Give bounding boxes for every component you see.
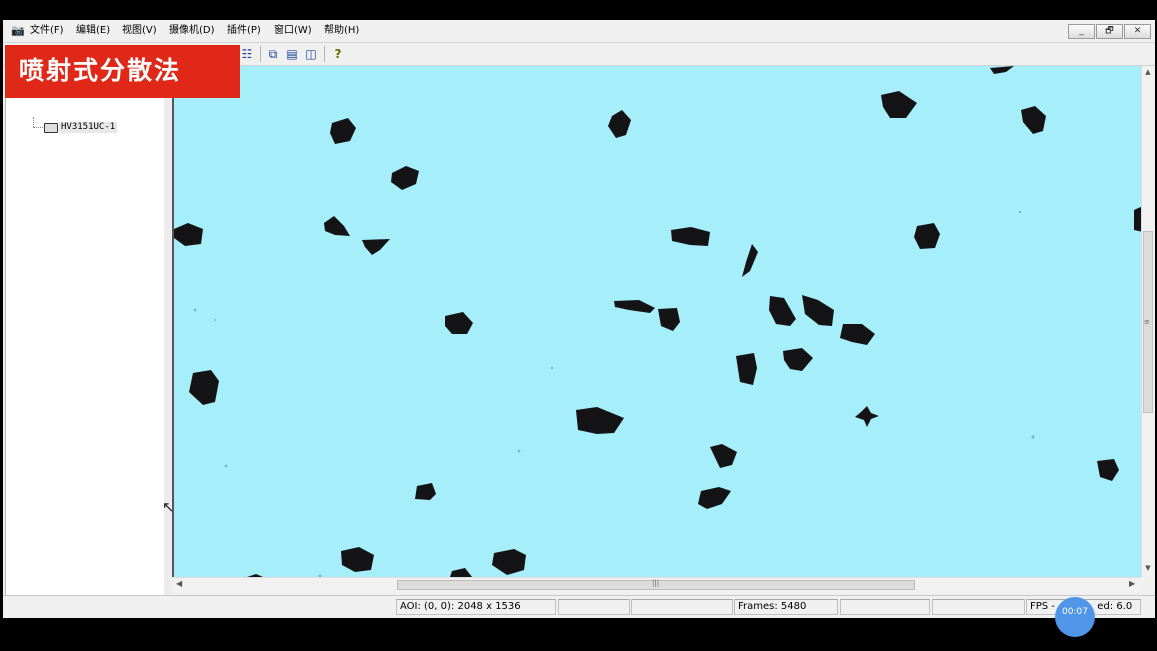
status-frames: Frames: 5480 xyxy=(734,599,838,615)
menu-plugins[interactable]: 插件(P) xyxy=(227,24,261,38)
particle xyxy=(769,296,796,326)
status-fps-suffix: ed: 6.0 xyxy=(1097,601,1133,612)
dust-speck xyxy=(1018,210,1022,214)
menu-view[interactable]: 视图(V) xyxy=(122,24,157,38)
tile-horizontal-icon[interactable]: ▤ xyxy=(284,46,300,62)
particle xyxy=(783,348,813,371)
particle xyxy=(391,166,419,190)
dust-speck xyxy=(1031,435,1035,439)
particle xyxy=(324,216,350,236)
particle xyxy=(341,547,374,572)
status-pane-empty xyxy=(932,599,1025,615)
camera-device-icon xyxy=(44,123,58,133)
particle xyxy=(855,406,879,427)
particle xyxy=(445,312,473,334)
particle xyxy=(174,223,203,246)
menu-edit[interactable]: 编辑(E) xyxy=(76,24,110,38)
recording-timer: 00:07 xyxy=(1055,597,1095,637)
vertical-scrollbar[interactable]: ▲ ≡ ▼ xyxy=(1141,66,1154,577)
menu-camera[interactable]: 摄像机(D) xyxy=(169,24,215,38)
dust-speck xyxy=(214,319,216,321)
particle xyxy=(742,244,758,277)
restore-button[interactable]: 🗗 xyxy=(1096,24,1123,39)
grip-icon: ≡ xyxy=(1144,318,1150,326)
particle xyxy=(802,295,834,326)
particle xyxy=(1021,106,1046,134)
dust-speck xyxy=(224,464,228,468)
toolbar-separator xyxy=(260,46,261,62)
particle xyxy=(576,407,624,434)
menu-file[interactable]: 文件(F) xyxy=(30,24,64,38)
particle xyxy=(330,118,356,144)
particle xyxy=(189,370,219,405)
particle xyxy=(1097,459,1119,481)
panel-splitter[interactable] xyxy=(164,66,171,610)
dust-speck xyxy=(517,449,521,453)
menu-window[interactable]: 窗口(W) xyxy=(274,24,312,38)
minimize-button[interactable]: _ xyxy=(1068,24,1095,39)
toolbar-separator xyxy=(324,46,325,62)
camera-app-icon[interactable]: 📷 xyxy=(11,24,25,38)
tile-vertical-icon[interactable]: ◫ xyxy=(303,46,319,62)
camera-connect-icon[interactable]: ☷ xyxy=(239,46,255,62)
scroll-left-icon[interactable]: ◀ xyxy=(176,579,182,588)
particle-image xyxy=(174,66,1143,577)
particle xyxy=(671,227,710,246)
title-banner: 喷射式分散法 xyxy=(5,45,240,98)
scroll-up-icon[interactable]: ▲ xyxy=(1142,68,1154,76)
particle xyxy=(450,568,472,577)
grip-icon: ||| xyxy=(652,579,660,587)
status-bar: AOI: (0, 0): 2048 x 1536 Frames: 5480 FP… xyxy=(3,595,1155,618)
device-tree-panel: HV3151UC-1 xyxy=(5,66,165,612)
dust-speck xyxy=(193,308,197,312)
particle xyxy=(710,444,737,468)
banner-text: 喷射式分散法 xyxy=(19,56,182,85)
particle xyxy=(658,308,680,331)
help-icon[interactable]: ? xyxy=(330,46,346,62)
status-pane-empty xyxy=(840,599,930,615)
particle xyxy=(362,239,390,255)
horizontal-scrollbar[interactable]: ◀ ||| ▶ xyxy=(172,577,1141,592)
particle xyxy=(990,66,1014,74)
tree-connector xyxy=(33,127,43,128)
scroll-down-icon[interactable]: ▼ xyxy=(1142,564,1154,572)
dust-speck xyxy=(550,366,554,370)
scroll-right-icon[interactable]: ▶ xyxy=(1129,579,1135,588)
status-fps-prefix: FPS - xyxy=(1030,601,1055,612)
particle xyxy=(614,300,655,313)
particle xyxy=(914,223,940,249)
particle xyxy=(415,483,436,500)
menu-help[interactable]: 帮助(H) xyxy=(324,24,359,38)
particle xyxy=(840,324,875,345)
particle xyxy=(881,91,917,118)
tree-connector xyxy=(33,117,34,127)
status-pane-empty xyxy=(631,599,733,615)
particle xyxy=(698,487,731,509)
particle xyxy=(736,353,757,385)
camera-image-view[interactable] xyxy=(172,66,1143,577)
cascade-windows-icon[interactable]: ⧉ xyxy=(265,46,281,62)
application-window: 📷 文件(F) 编辑(E) 视图(V) 摄像机(D) 插件(P) 窗口(W) 帮… xyxy=(3,20,1155,618)
menu-bar: 📷 文件(F) 编辑(E) 视图(V) 摄像机(D) 插件(P) 窗口(W) 帮… xyxy=(3,20,1155,43)
close-button[interactable]: ✕ xyxy=(1124,24,1151,39)
particle xyxy=(492,549,526,575)
status-aoi: AOI: (0, 0): 2048 x 1536 xyxy=(396,599,556,615)
particle xyxy=(608,110,631,138)
camera-device-label[interactable]: HV3151UC-1 xyxy=(59,122,118,133)
status-pane-empty xyxy=(558,599,630,615)
